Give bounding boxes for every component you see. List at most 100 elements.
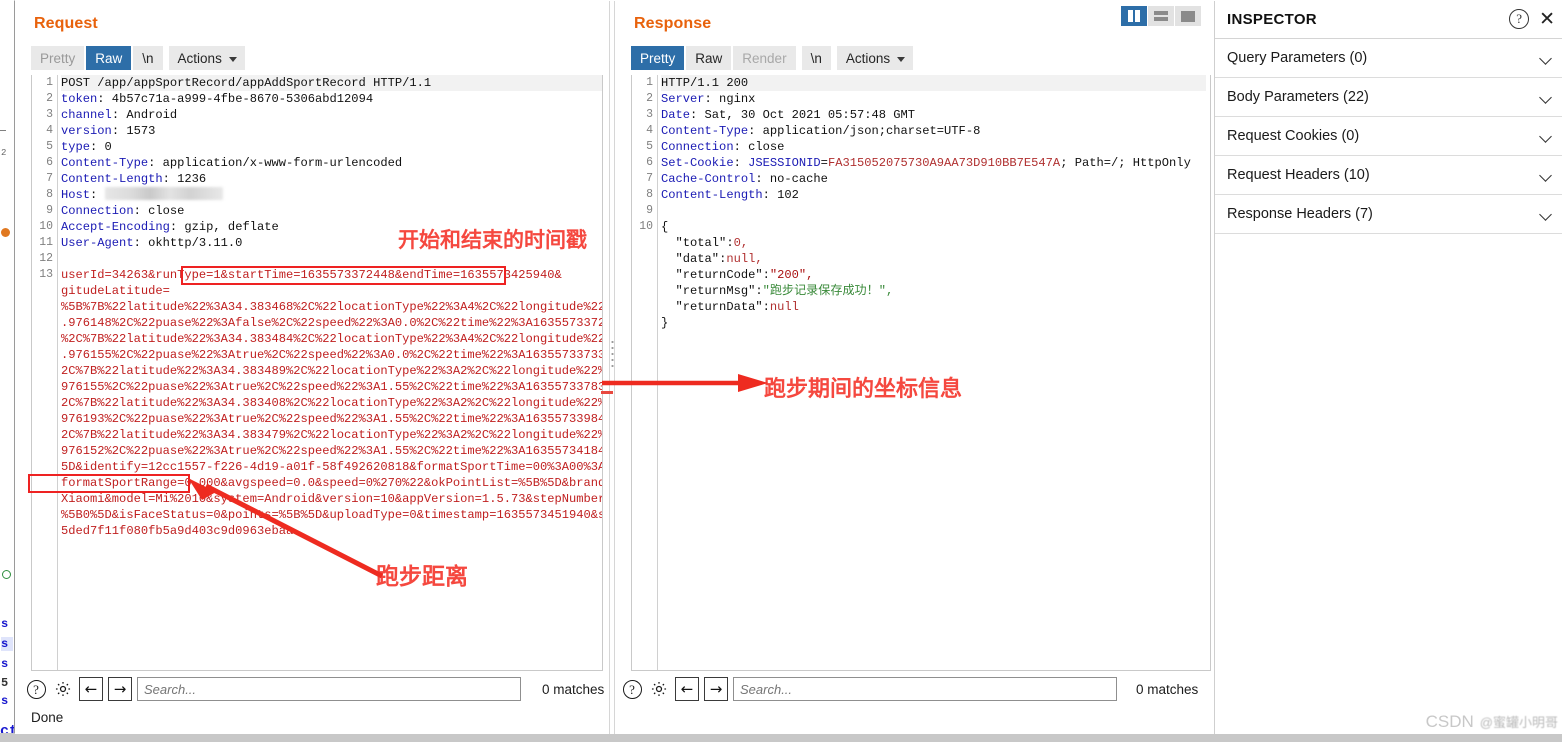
background-code-line: s (1, 657, 9, 671)
response-code: HTTP/1.1 200 Server: nginx Date: Sat, 30 O… (661, 75, 1206, 331)
line-number: 8 (46, 188, 53, 201)
response-actions-button[interactable]: Actions (836, 46, 914, 70)
inspector-section-label: Request Cookies (0) (1227, 128, 1360, 144)
background-code-line: 5 (1, 676, 9, 690)
code-line: 976152%2C%22puase%22%3Atrue%2C%22speed%2… (61, 443, 602, 459)
code-token: : close (733, 140, 785, 154)
code-line: Content-Length: 1236 (61, 171, 602, 187)
line-number: 6 (46, 156, 53, 169)
request-gutter: 1 2 3 4 5 6 7 8 9 10 11 12 13 (32, 75, 58, 670)
code-line: %5B%7B%22latitude%22%3A34.383468%2C%22lo… (61, 299, 603, 315)
response-editor[interactable]: 1 2 3 4 5 6 7 8 9 10 HTTP/1.1 200 Server: nginx Dat… (631, 75, 1211, 671)
single-pane-icon[interactable] (1175, 6, 1201, 26)
code-token: HTTP/1.1 200 (661, 76, 749, 90)
inspector-section-1[interactable]: Body Parameters (22) (1215, 78, 1562, 117)
code-token: : close (133, 204, 185, 218)
tab-response-raw[interactable]: Raw (686, 46, 732, 70)
line-number: 1 (646, 76, 653, 89)
code-token: 976155%2C%22puase%22%3Atrue%2C%22speed%2… (61, 380, 603, 394)
code-token: User-Agent (61, 236, 134, 250)
tab-response-newline[interactable]: \n (801, 46, 831, 70)
code-token: 5D&identify=12cc1557-f226-4d19-a01f-58f4… (61, 460, 603, 474)
code-line: Xiaomi&model=Mi%2010&system=Android&vers… (61, 491, 602, 507)
code-line: User-Agent: okhttp/3.11.0 (61, 235, 602, 251)
code-line: token: 4b57c71a-a999-4fbe-8670-5306abd12… (61, 91, 602, 107)
code-token: : (726, 236, 734, 250)
code-token: Host (61, 188, 91, 202)
code-token: "data" (661, 252, 720, 266)
tab-response-pretty[interactable]: Pretty (631, 46, 685, 70)
inspector-section-label: Body Parameters (22) (1227, 89, 1369, 105)
line-number: 11 (39, 236, 53, 249)
code-token: 2C%7B%22latitude%22%3A34.383489%2C%22loc… (61, 364, 603, 378)
search-next-button[interactable]: → (704, 677, 728, 701)
code-token: { (661, 220, 669, 234)
inspector-section-3[interactable]: Request Headers (10) (1215, 156, 1562, 195)
gear-icon[interactable] (52, 678, 74, 700)
search-prev-button[interactable]: ← (79, 677, 103, 701)
request-actions-button[interactable]: Actions (168, 46, 245, 70)
code-token: : 0 (90, 140, 112, 154)
chevron-down-icon (1539, 91, 1552, 104)
inspector-section-4[interactable]: Response Headers (7) (1215, 195, 1562, 234)
code-line: 2C%7B%22latitude%22%3A34.383408%2C%22loc… (61, 395, 602, 411)
code-line: Content-Length: 102 (661, 187, 1206, 203)
code-token: : application/x-www-form-urlencoded (148, 156, 403, 170)
code-line: .976148%2C%22puase%22%3Afalse%2C%22speed… (61, 315, 603, 331)
code-token: Set-Cookie (661, 156, 734, 170)
tab-response-render[interactable]: Render (733, 46, 796, 70)
code-line: version: 1573 (61, 123, 602, 139)
close-icon[interactable]: ✕ (1539, 10, 1555, 29)
inspector-section-2[interactable]: Request Cookies (0) (1215, 117, 1562, 156)
code-token: version (61, 124, 112, 138)
code-token: Content-Length (61, 172, 163, 186)
line-number: 5 (46, 140, 53, 153)
background-green-marker (2, 570, 11, 579)
request-search-input[interactable] (137, 677, 521, 701)
code-token: Connection (661, 140, 734, 154)
code-token: "跑步记录保存成功！", (762, 284, 894, 298)
burp-proxy-window: 2 s s s 5 s ction 1 Request Pretty Raw \… (0, 0, 1562, 742)
response-pane: Response Pretty Raw Render \n Actions 1 … (615, 1, 1214, 734)
inspector-section-label: Request Headers (10) (1227, 167, 1370, 183)
request-editor[interactable]: 1 2 3 4 5 6 7 8 9 10 11 12 13 POST /app/appSportReco… (31, 75, 603, 671)
code-token: null, (726, 252, 763, 266)
code-line: userId=34263&runType=1&startTime=1635573… (61, 267, 602, 283)
code-line: { (661, 219, 1206, 235)
line-number: 3 (46, 108, 53, 121)
code-token: Server (661, 92, 705, 106)
code-token: : (755, 284, 763, 298)
line-number: 2 (646, 92, 653, 105)
help-icon[interactable]: ? (25, 678, 47, 700)
response-pane-title: Response (634, 15, 712, 32)
help-icon[interactable]: ? (1509, 9, 1530, 29)
code-line: Content-Type: application/json;charset=U… (661, 123, 1206, 139)
line-number: 9 (46, 204, 53, 217)
help-icon[interactable]: ? (621, 678, 643, 700)
tab-request-pretty[interactable]: Pretty (31, 46, 85, 70)
code-line: Accept-Encoding: gzip, deflate (61, 219, 602, 235)
search-next-button[interactable]: → (108, 677, 132, 701)
split-vertical-icon[interactable] (1121, 6, 1147, 26)
inspector-section-list: Query Parameters (0) Body Parameters (22)… (1215, 39, 1562, 234)
code-line: channel: Android (61, 107, 602, 123)
response-search-input[interactable] (733, 677, 1117, 701)
background-mini-glyph: 2 (1, 148, 7, 158)
line-number: 13 (39, 268, 53, 281)
code-line: Content-Type: application/x-www-form-url… (61, 155, 602, 171)
code-token: : application/json;charset=UTF-8 (748, 124, 981, 138)
proxy-editor-window: Request Pretty Raw \n Actions 1234567891… (14, 0, 1562, 734)
tab-request-newline[interactable]: \n (133, 46, 163, 70)
code-token: %5B0%5D&isFaceStatus=0&points=%5B%5D&upl… (61, 508, 603, 522)
code-line: %5B0%5D&isFaceStatus=0&points=%5B%5D&upl… (61, 507, 603, 523)
code-token: %5B%7B%22latitude%22%3A34.383468%2C%22lo… (61, 300, 603, 314)
tab-request-raw[interactable]: Raw (86, 46, 132, 70)
gear-icon[interactable] (648, 678, 670, 700)
inspector-section-0[interactable]: Query Parameters (0) (1215, 39, 1562, 78)
code-token: : Sat, 30 Oct 2021 05:57:48 GMT (690, 108, 916, 122)
search-prev-button[interactable]: ← (675, 677, 699, 701)
code-token: .976148%2C%22puase%22%3Afalse%2C%22speed… (61, 316, 603, 330)
split-horizontal-icon[interactable] (1148, 6, 1174, 26)
code-token: Date (661, 108, 691, 122)
code-line: "returnData":null (661, 299, 1206, 315)
